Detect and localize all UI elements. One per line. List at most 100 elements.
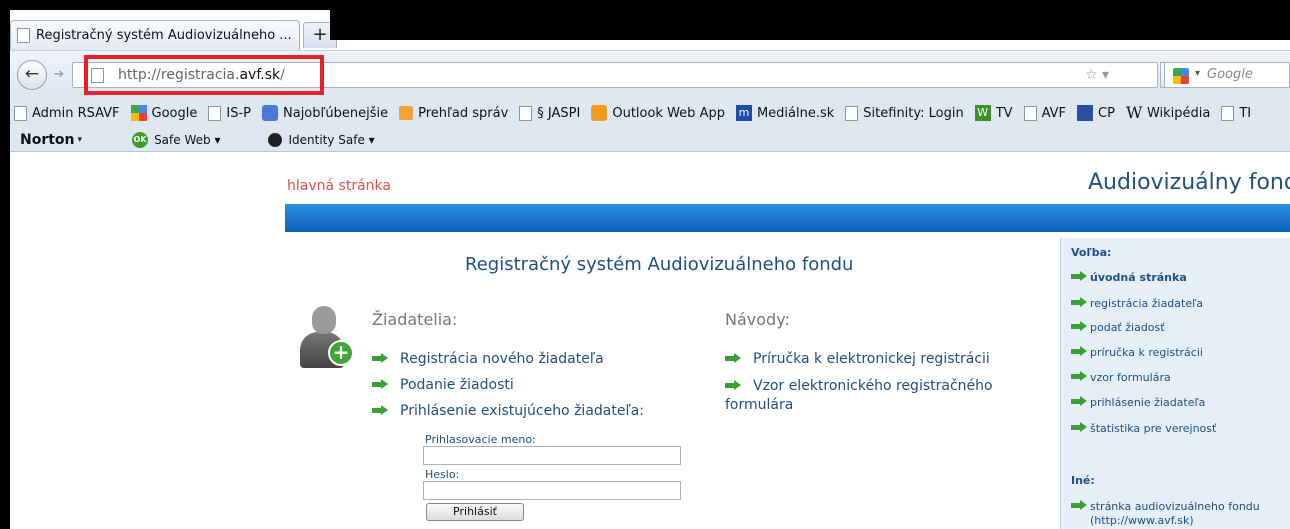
page-icon: [14, 105, 27, 121]
wikipedia-icon: W: [1125, 103, 1143, 122]
arrow-right-icon: [1071, 500, 1087, 510]
link-label: Vzor elektronického registračného formul…: [725, 378, 993, 413]
favorites-icon: [262, 105, 278, 121]
bookmark-label: § JASPI: [537, 105, 581, 121]
arrow-right-icon: [1071, 271, 1087, 281]
sidebar-item-submit[interactable]: podať žiadosť: [1071, 321, 1165, 334]
identity-safe-label: Identity Safe: [288, 132, 365, 147]
register-applicant-link[interactable]: Registrácia nového žiadateľa: [372, 351, 604, 367]
submit-application-link[interactable]: Podanie žiadosti: [372, 377, 514, 393]
bookmark-news[interactable]: Prehľad správ: [395, 106, 508, 121]
link-label: Registrácia nového žiadateľa: [400, 351, 604, 367]
bookmark-wikipedia[interactable]: W Wikipédia: [1122, 105, 1210, 121]
norton-logo[interactable]: Norton: [20, 132, 75, 148]
bookmark-label: TI: [1239, 105, 1252, 121]
outlook-icon: [591, 105, 608, 121]
home-link[interactable]: hlavná stránka: [287, 178, 391, 194]
bookmark-avf[interactable]: AVF: [1020, 105, 1067, 121]
safe-web-label: Safe Web: [154, 132, 211, 147]
rss-icon: [399, 106, 414, 120]
sidebar-item-home[interactable]: úvodná stránka: [1071, 271, 1187, 284]
registration-guide-link[interactable]: Príručka k elektronickej registrácii: [725, 351, 990, 367]
bookmark-label: IS-P: [226, 105, 251, 121]
chevron-down-icon[interactable]: ▾: [78, 135, 83, 145]
bookmark-google[interactable]: Google: [127, 105, 197, 121]
bookmark-label: Mediálne.sk: [756, 105, 835, 121]
sidebar-item-label: registrácia žiadateľa: [1090, 297, 1203, 310]
forward-arrow-icon: ➜: [53, 67, 65, 82]
search-box[interactable]: ▾ Google: [1164, 62, 1290, 88]
page-icon: [208, 105, 222, 121]
cp-icon: [1077, 105, 1094, 121]
arrow-right-icon: [1071, 396, 1087, 406]
bookmark-is-p[interactable]: IS-P: [204, 105, 251, 121]
search-placeholder: Google: [1207, 67, 1253, 82]
bookmark-label: Najobľúbenejšie: [283, 105, 389, 121]
login-applicant-link[interactable]: Prihlásenie existujúceho žiadateľa:: [372, 403, 644, 419]
link-label: Podanie žiadosti: [400, 377, 514, 393]
back-arrow-icon: ←: [24, 64, 40, 84]
google-icon: [1173, 68, 1189, 84]
page-icon: [519, 105, 533, 121]
bookmark-outlook[interactable]: Outlook Web App: [587, 105, 725, 121]
url-highlight-annotation: [84, 55, 324, 95]
bookmark-tv[interactable]: W TV: [971, 105, 1013, 121]
chevron-down-icon[interactable]: ▾: [1195, 68, 1200, 79]
login-button[interactable]: Prihlásiť: [426, 503, 524, 521]
bookmark-label: AVF: [1041, 105, 1067, 121]
bookmark-label: Admin RSAVF: [32, 105, 120, 121]
site-title: Audiovizuálny fond: [1088, 170, 1290, 195]
bookmark-admin-rsavf[interactable]: Admin RSAVF: [10, 105, 120, 121]
sidebar-item-label: štatistika pre verejnosť: [1090, 422, 1217, 435]
link-label: Prihlásenie existujúceho žiadateľa:: [400, 403, 645, 419]
header-band: [285, 204, 1290, 232]
guides-heading: Návody:: [725, 310, 790, 329]
sidebar-item-label: stránka audiovizuálneho fondu: [1090, 500, 1260, 513]
tab-strip-background: [330, 10, 1290, 40]
bookmark-cp[interactable]: CP: [1073, 105, 1115, 121]
page-content: hlavná stránka Audiovizuálny fond Regist…: [10, 152, 1290, 529]
tv-icon: W: [974, 105, 991, 121]
arrow-right-icon: [372, 353, 388, 363]
bookmark-jaspi[interactable]: § JASPI: [515, 105, 581, 121]
sidebar-item-label: príručka k registrácii: [1090, 346, 1203, 359]
google-icon: [130, 105, 147, 121]
add-user-icon: +: [298, 302, 354, 372]
bookmark-star-icon[interactable]: ☆ ▾: [1085, 67, 1109, 83]
arrow-right-icon: [1071, 321, 1087, 331]
back-button[interactable]: ←: [17, 60, 47, 90]
window-frame-left: [0, 0, 10, 529]
page-icon: [1023, 105, 1037, 121]
arrow-right-icon: [372, 379, 388, 389]
arrow-right-icon: [1071, 297, 1087, 307]
bookmark-label: Prehľad správ: [418, 105, 509, 121]
safe-web-menu[interactable]: Safe Web ▾: [154, 133, 220, 147]
bookmark-ti[interactable]: TI: [1217, 105, 1252, 121]
sidebar-item-form-template[interactable]: vzor formulára: [1071, 371, 1171, 384]
username-input[interactable]: [423, 446, 681, 465]
bookmark-sitefinity[interactable]: Sitefinity: Login: [841, 105, 964, 121]
page-icon: [845, 105, 859, 121]
safe-web-ok-icon: OK: [132, 131, 149, 148]
sidebar-item-statistics[interactable]: štatistika pre verejnosť: [1071, 422, 1216, 435]
sidebar-item-avf-website[interactable]: stránka audiovizuálneho fondu (http://www…: [1071, 500, 1260, 528]
page-icon: [17, 28, 30, 43]
password-input[interactable]: [423, 481, 681, 500]
sidebar-item-guide[interactable]: príručka k registrácii: [1071, 346, 1203, 359]
sidebar-item-login[interactable]: prihlásenie žiadateľa: [1071, 396, 1205, 409]
identity-safe-menu[interactable]: Identity Safe ▾: [288, 133, 374, 147]
bookmark-medialne[interactable]: m Mediálne.sk: [732, 105, 834, 121]
tab-title: Registračný systém Audiovizuálneho ...: [36, 28, 292, 43]
password-label: Heslo:: [425, 468, 460, 481]
sidebar-item-label: vzor formulára: [1090, 371, 1171, 384]
sidebar-other-heading: Iné:: [1071, 474, 1095, 487]
tab-registration[interactable]: Registračný systém Audiovizuálneho ...: [10, 20, 300, 50]
bookmarks-bar: Admin RSAVF Google IS-P Najobľúbenejšie …: [10, 98, 1290, 128]
form-template-link[interactable]: Vzor elektronického registračného formul…: [725, 377, 1025, 415]
forward-button[interactable]: ➜: [50, 67, 68, 83]
bookmark-label: Wikipédia: [1146, 105, 1211, 121]
bookmark-favorites[interactable]: Najobľúbenejšie: [258, 105, 388, 121]
sidebar-choice-heading: Voľba:: [1071, 246, 1112, 259]
medialne-icon: m: [735, 105, 752, 121]
sidebar-item-registration[interactable]: registrácia žiadateľa: [1071, 297, 1203, 310]
